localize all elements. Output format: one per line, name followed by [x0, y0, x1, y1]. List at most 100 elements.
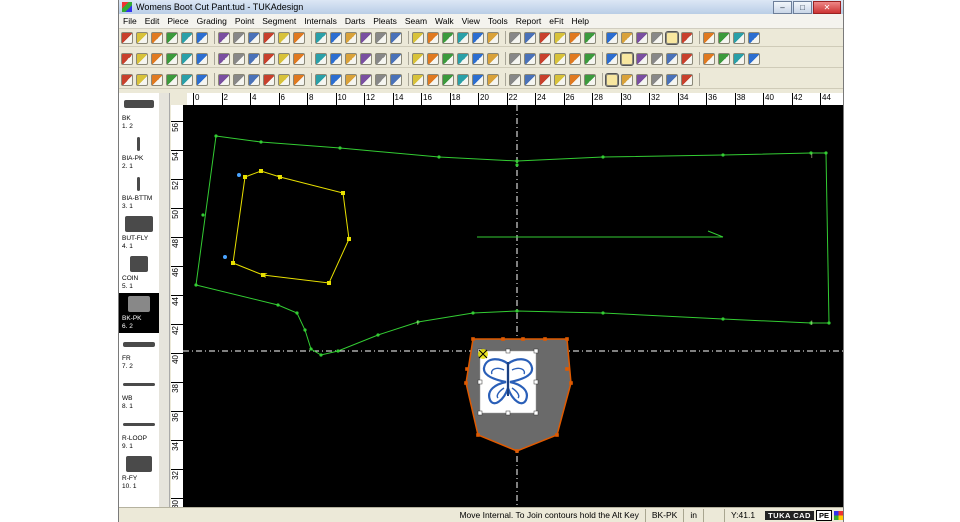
tool-icon[interactable] [136, 31, 148, 44]
menu-darts[interactable]: Darts [341, 16, 369, 26]
tool-icon[interactable] [703, 31, 715, 44]
point-marker[interactable] [376, 333, 380, 337]
internal-pocket-outline[interactable] [232, 170, 350, 284]
menu-tools[interactable]: Tools [484, 16, 512, 26]
pattern-svg[interactable]: I I I T T [183, 105, 843, 507]
tool-icon[interactable] [390, 31, 402, 44]
tool-icon[interactable] [181, 31, 193, 44]
point-marker[interactable] [471, 311, 475, 315]
piece-item-wb[interactable]: WB 8. 1 [119, 373, 159, 413]
point-marker[interactable] [515, 163, 519, 167]
tool-icon[interactable] [636, 73, 648, 86]
tool-icon[interactable] [584, 73, 596, 86]
tool-icon[interactable] [278, 31, 290, 44]
tool-icon[interactable] [524, 31, 536, 44]
tool-icon[interactable] [748, 31, 760, 44]
menu-internals[interactable]: Internals [300, 16, 341, 26]
tool-icon[interactable] [636, 31, 648, 44]
tool-icon[interactable] [584, 31, 596, 44]
tool-icon[interactable] [181, 52, 193, 65]
tool-icon[interactable] [681, 31, 693, 44]
menu-file[interactable]: File [119, 16, 141, 26]
point-marker[interactable] [521, 337, 525, 341]
tool-icon[interactable] [196, 31, 208, 44]
tool-icon[interactable] [263, 52, 275, 65]
menu-edit[interactable]: Edit [141, 16, 164, 26]
tool-icon[interactable] [606, 31, 618, 44]
tool-icon[interactable] [472, 73, 484, 86]
point-marker[interactable] [295, 311, 299, 315]
tool-icon[interactable] [620, 51, 634, 66]
tool-icon[interactable] [218, 52, 230, 65]
tool-icon[interactable] [487, 73, 499, 86]
point-marker[interactable] [309, 347, 313, 351]
tool-icon[interactable] [584, 52, 596, 65]
tool-icon[interactable] [733, 52, 745, 65]
tool-icon[interactable] [390, 73, 402, 86]
tool-icon[interactable] [606, 52, 618, 65]
piece-item-fr[interactable]: FR 7. 2 [119, 333, 159, 373]
tool-icon[interactable] [315, 52, 327, 65]
tool-icon[interactable] [315, 73, 327, 86]
tool-icon[interactable] [554, 52, 566, 65]
tool-icon[interactable] [345, 31, 357, 44]
tool-icon[interactable] [524, 73, 536, 86]
tool-icon[interactable] [233, 73, 245, 86]
point-marker[interactable] [824, 151, 828, 155]
tool-icon[interactable] [196, 73, 208, 86]
tool-icon[interactable] [330, 52, 342, 65]
tool-icon[interactable] [621, 31, 633, 44]
tool-icon[interactable] [330, 31, 342, 44]
point-marker[interactable] [338, 146, 342, 150]
point-marker[interactable] [515, 449, 519, 453]
tool-icon[interactable] [487, 52, 499, 65]
point-marker[interactable] [341, 191, 345, 195]
tool-icon[interactable] [151, 73, 163, 86]
title-bar[interactable]: Womens Boot Cut Pant.tud - TUKAdesign – … [119, 0, 843, 14]
tool-icon[interactable] [345, 73, 357, 86]
point-marker[interactable] [303, 328, 307, 332]
tool-icon[interactable] [218, 31, 230, 44]
tool-icon[interactable] [472, 52, 484, 65]
tool-icon[interactable] [345, 52, 357, 65]
tool-icon[interactable] [457, 31, 469, 44]
tool-icon[interactable] [487, 31, 499, 44]
tool-icon[interactable] [569, 31, 581, 44]
tool-icon[interactable] [375, 52, 387, 65]
tool-icon[interactable] [166, 52, 178, 65]
piece-list-scrollbar[interactable] [159, 93, 170, 522]
tool-icon[interactable] [442, 31, 454, 44]
piece-item-bk-pk[interactable]: BK-PK 6. 2 [119, 293, 159, 333]
tool-icon[interactable] [569, 73, 581, 86]
tool-icon[interactable] [539, 73, 551, 86]
menu-efit[interactable]: eFit [545, 16, 567, 26]
point-marker[interactable] [347, 237, 351, 241]
tool-icon[interactable] [263, 31, 275, 44]
tool-icon[interactable] [360, 73, 372, 86]
point-marker[interactable] [601, 155, 605, 159]
menu-seam[interactable]: Seam [401, 16, 431, 26]
menu-view[interactable]: View [458, 16, 484, 26]
piece-item-bk[interactable]: BK 1. 2 [119, 93, 159, 133]
point-marker[interactable] [471, 337, 475, 341]
tool-icon[interactable] [196, 52, 208, 65]
menu-walk[interactable]: Walk [431, 16, 458, 26]
menu-help[interactable]: Help [567, 16, 592, 26]
menu-report[interactable]: Report [512, 16, 546, 26]
tool-icon[interactable] [390, 52, 402, 65]
point-marker[interactable] [515, 309, 519, 313]
tool-icon[interactable] [636, 52, 648, 65]
tool-icon[interactable] [651, 52, 663, 65]
tool-icon[interactable] [509, 52, 521, 65]
tool-icon[interactable] [412, 73, 424, 86]
tool-icon[interactable] [233, 31, 245, 44]
menu-grading[interactable]: Grading [193, 16, 231, 26]
point-marker[interactable] [336, 349, 340, 353]
point-marker[interactable] [721, 153, 725, 157]
tool-icon[interactable] [293, 31, 305, 44]
tool-icon[interactable] [248, 31, 260, 44]
point-marker[interactable] [543, 337, 547, 341]
menu-point[interactable]: Point [231, 16, 258, 26]
tool-icon[interactable] [375, 31, 387, 44]
tool-icon[interactable] [360, 31, 372, 44]
